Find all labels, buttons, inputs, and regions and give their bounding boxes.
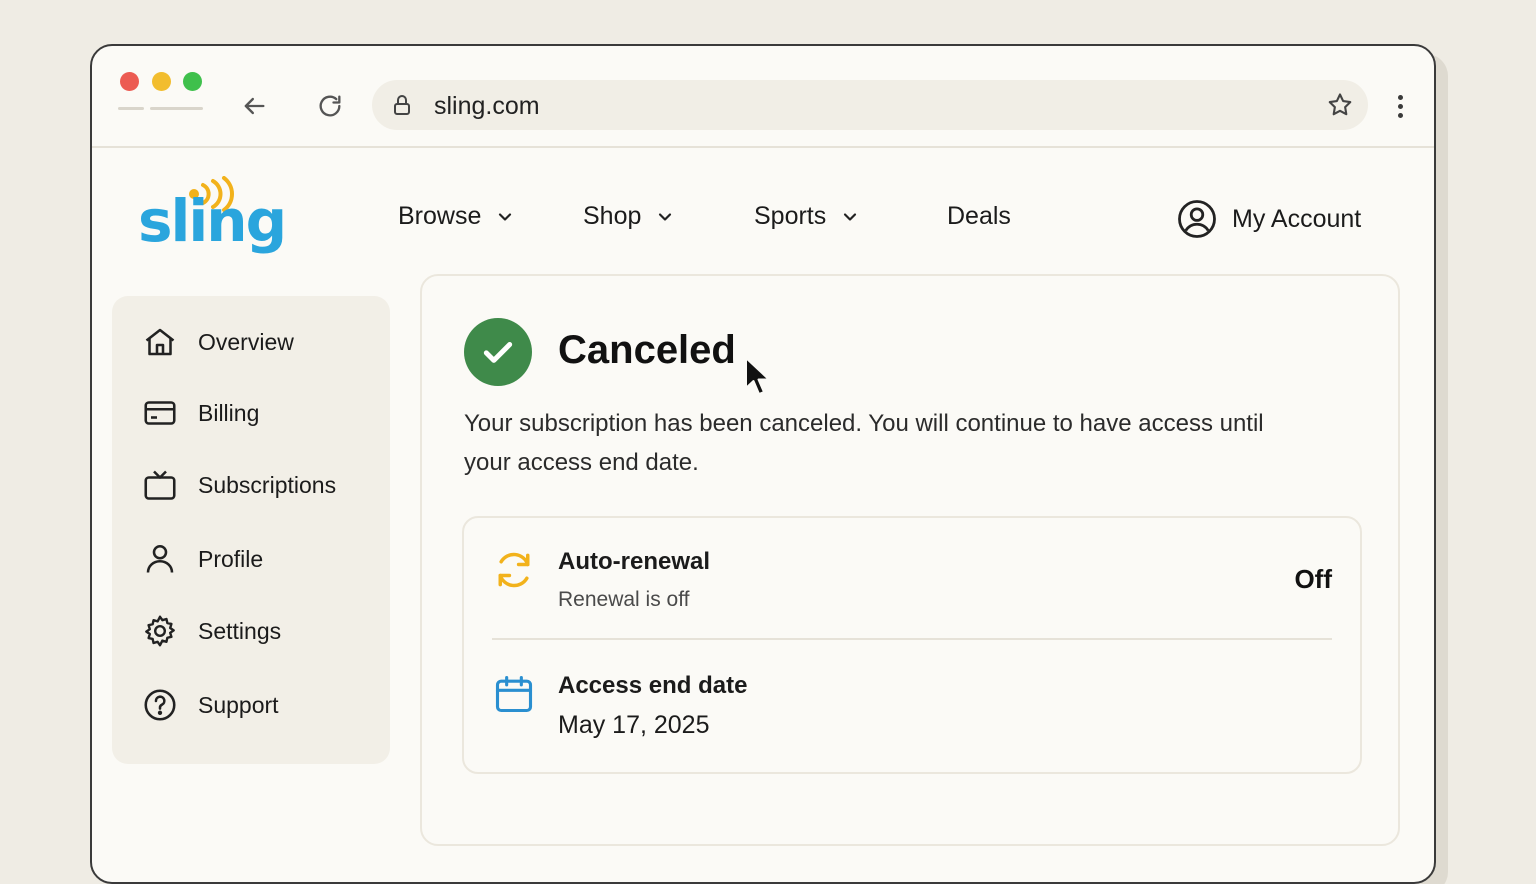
minimize-window-button[interactable]: [152, 72, 171, 91]
dot-icon: [1397, 94, 1403, 100]
mouse-cursor-icon: [745, 357, 770, 395]
sidebar-item-label: Subscriptions: [198, 471, 337, 498]
url-text: sling.com: [434, 92, 540, 120]
lock-icon: [394, 95, 410, 115]
nav-label: Sports: [754, 202, 827, 230]
bookmark-star-icon[interactable]: [1326, 91, 1354, 119]
browser-window: sling.com sling Browse Shop Sports Deals…: [90, 44, 1436, 884]
chevron-down-icon: [659, 212, 672, 221]
calendar-icon: [495, 675, 533, 713]
sidebar-item-subscriptions[interactable]: Subscriptions: [142, 467, 336, 503]
check-icon: [483, 342, 513, 363]
help-circle-icon: [144, 689, 176, 721]
sidebar-item-label: Support: [198, 691, 279, 718]
subscription-status-card: Canceled Your subscription has been canc…: [420, 274, 1400, 846]
gear-icon: [145, 615, 175, 647]
nav-label: Browse: [398, 202, 482, 230]
sidebar-item-overview[interactable]: Overview: [142, 324, 294, 360]
sidebar-item-settings[interactable]: Settings: [142, 613, 281, 649]
sidebar-item-label: Overview: [198, 328, 294, 355]
home-icon: [145, 328, 175, 356]
browser-menu-button[interactable]: [1388, 90, 1412, 122]
status-description: Your subscription has been canceled. You…: [464, 410, 1264, 476]
nav-shop[interactable]: Shop: [583, 202, 675, 231]
tv-icon: [144, 470, 176, 500]
account-sidebar: Overview Billing Subscriptions Profile S…: [112, 296, 390, 764]
auto-renewal-title: Auto-renewal: [558, 548, 711, 575]
reload-button[interactable]: [314, 90, 346, 122]
sidebar-item-billing[interactable]: Billing: [142, 395, 259, 431]
close-window-button[interactable]: [120, 72, 139, 91]
my-account-link[interactable]: My Account: [1176, 198, 1361, 240]
nav-label: Deals: [947, 202, 1011, 230]
credit-card-icon: [144, 401, 176, 425]
nav-browse[interactable]: Browse: [398, 202, 515, 231]
sidebar-item-support[interactable]: Support: [142, 687, 279, 723]
sidebar-item-label: Billing: [198, 399, 260, 426]
back-button[interactable]: [238, 90, 270, 122]
main-navigation: Browse Shop Sports Deals My Account: [92, 200, 1434, 242]
address-bar[interactable]: sling.com: [372, 80, 1368, 130]
sidebar-item-label: Settings: [198, 617, 282, 644]
sidebar-item-label: Profile: [198, 545, 264, 572]
tab-indicator: [118, 107, 144, 110]
chevron-down-icon: [499, 212, 512, 221]
chevron-down-icon: [844, 212, 857, 221]
nav-deals[interactable]: Deals: [947, 202, 1011, 231]
access-end-date: May 17, 2025: [558, 711, 710, 739]
refresh-icon: [498, 552, 530, 588]
auto-renewal-subtitle: Renewal is off: [558, 588, 690, 611]
account-label: My Account: [1232, 204, 1362, 233]
access-end-title: Access end date: [558, 672, 748, 699]
nav-sports[interactable]: Sports: [754, 202, 860, 231]
nav-label: Shop: [583, 202, 642, 230]
dot-icon: [1397, 112, 1403, 118]
reload-icon: [319, 95, 341, 117]
sidebar-item-profile[interactable]: Profile: [142, 541, 263, 577]
dot-icon: [1397, 103, 1403, 109]
user-circle-icon: [1178, 200, 1216, 238]
divider: [492, 638, 1332, 640]
arrow-left-icon: [244, 97, 265, 115]
auto-renewal-value: Off: [1294, 564, 1332, 594]
browser-toolbar: sling.com: [92, 46, 1434, 148]
status-title: Canceled: [558, 328, 736, 372]
tab-indicator: [150, 107, 203, 110]
success-check-badge: [464, 318, 532, 386]
maximize-window-button[interactable]: [183, 72, 202, 91]
subscription-details-panel: Auto-renewal Renewal is off Off Access e…: [462, 516, 1362, 774]
user-icon: [146, 544, 174, 573]
